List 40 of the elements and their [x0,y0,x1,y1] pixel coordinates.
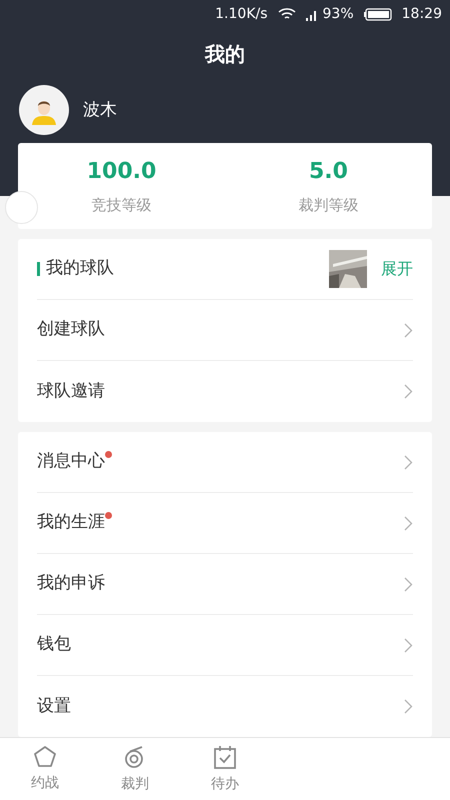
menu-item-label: 我的申诉 [37,573,105,594]
menu-item[interactable]: 创建球队 [37,300,413,362]
menu-item-label: 设置 [37,696,71,716]
clock: 18:29 [402,4,442,24]
chevron-right-icon [404,384,413,400]
menu-item[interactable]: 球队邀请 [37,361,413,422]
section-title: 我的球队 [46,257,114,280]
avatar[interactable] [19,85,69,136]
pentagon-icon [32,744,58,768]
chevron-right-icon [404,638,413,653]
menu-item-label: 球队邀请 [37,380,105,401]
tab[interactable]: 待办 [180,738,270,800]
stat-value: 100.0 [86,158,156,186]
menu-item-label: 我的生涯 [37,512,105,532]
accent-bar [37,262,40,276]
chevron-right-icon [404,699,413,714]
chevron-right-icon [404,454,413,470]
stat-value: 5.0 [309,158,348,186]
menu-item-label: 创建球队 [37,319,105,340]
menu-item[interactable]: 我的申诉 [37,554,413,616]
page-title: 我的 [205,40,245,68]
menu-item[interactable]: 我的生涯 [37,493,413,554]
menu-item-label: 消息中心 [37,451,105,472]
tab[interactable]: 裁判 [90,738,180,800]
battery-percent: 93% [322,4,354,24]
stat-label: 竞技等级 [92,195,152,216]
stat-label: 裁判等级 [298,195,358,216]
tab[interactable]: 约战 [0,738,90,800]
network-speed: 1.10K/s [215,4,268,24]
chevron-right-icon [404,322,413,338]
battery-icon [364,8,392,21]
wifi-icon [278,7,296,22]
menu-item[interactable]: 钱包 [37,615,413,676]
menu-item[interactable]: 设置 [37,676,413,737]
calendar-check-icon [213,744,237,770]
menu-item[interactable]: 消息中心 [37,432,413,494]
menu-item-label: 钱包 [37,634,71,654]
chevron-right-icon [404,516,413,531]
user-name: 波木 [83,98,117,122]
chevron-right-icon [404,576,413,592]
